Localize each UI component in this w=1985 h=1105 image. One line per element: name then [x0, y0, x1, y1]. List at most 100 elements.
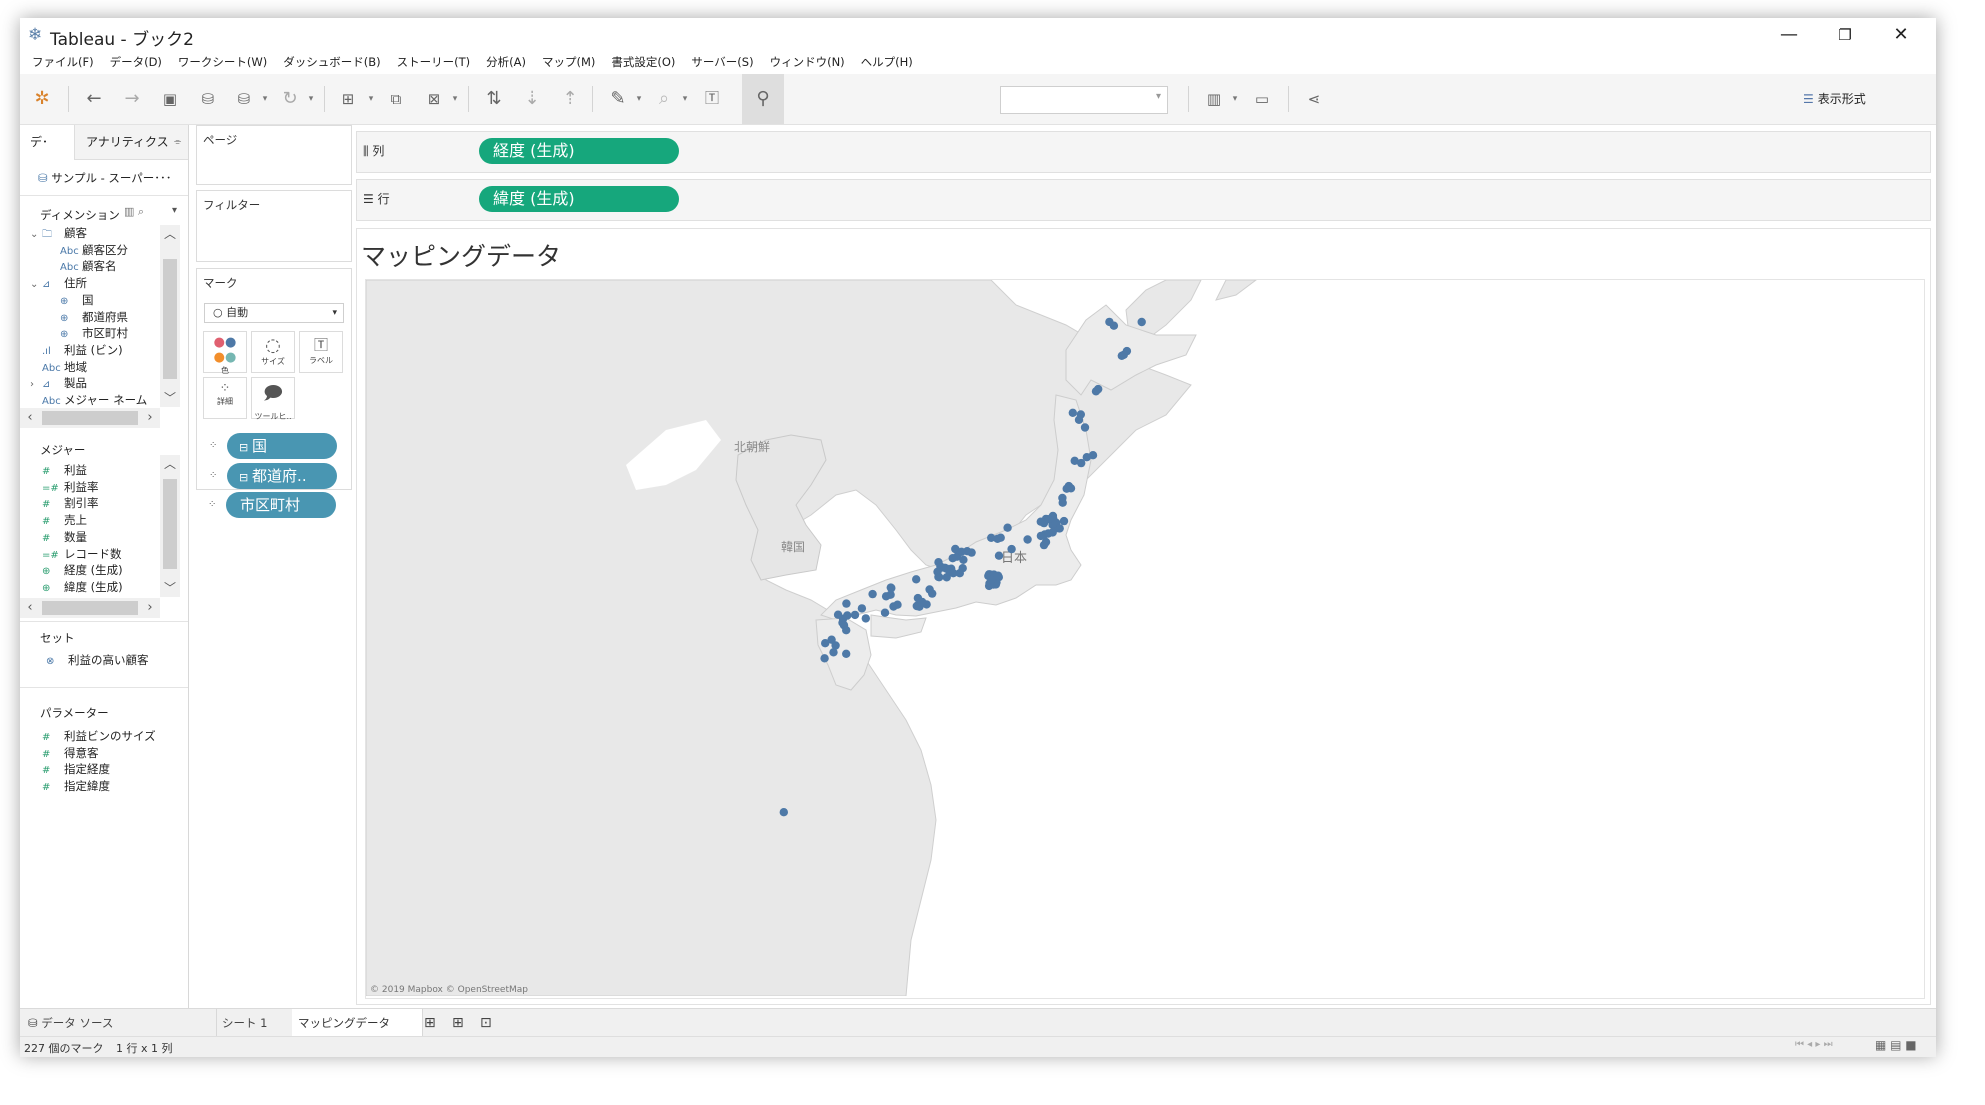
scroll-down-icon[interactable]: ﹀	[160, 389, 180, 406]
parameter-item[interactable]: # 利益ビンのサイズ	[42, 728, 156, 745]
fix-axes-icon[interactable]: ⚲	[742, 74, 784, 124]
measures-scrollbar[interactable]: ︿ ﹀	[160, 455, 180, 597]
measure-item[interactable]: =# レコード数	[42, 546, 122, 563]
expand-icon[interactable]: ›	[30, 376, 42, 393]
sheet-nav-icon[interactable]: ⏮ ◂ ▸ ⏭	[1795, 1039, 1833, 1050]
menu-dashboard[interactable]: ダッシュボード(B)	[275, 52, 388, 72]
map-attribution[interactable]: © 2019 Mapbox © OpenStreetMap	[370, 985, 528, 995]
map-mark[interactable]	[1091, 387, 1101, 396]
scroll-left-icon[interactable]: ‹	[20, 598, 40, 618]
dimension-item[interactable]: Abc 地域	[30, 359, 87, 376]
pause-updates-icon[interactable]: ⛁	[226, 74, 262, 124]
map-mark[interactable]	[987, 533, 996, 542]
dropdown-arrow-icon[interactable]: ▾	[364, 74, 378, 124]
sheet-tab-sheet1[interactable]: シート 1	[216, 1009, 293, 1037]
map-mark[interactable]	[1058, 493, 1067, 503]
measure-item[interactable]: # 数量	[42, 529, 87, 546]
map-mark[interactable]	[1119, 350, 1128, 359]
map-mark[interactable]	[843, 611, 852, 620]
dimension-item[interactable]: ⊕ 都道府県	[60, 309, 128, 326]
map-mark[interactable]	[1062, 484, 1071, 493]
scroll-up-icon[interactable]: ︿	[160, 455, 180, 472]
map-mark[interactable]	[1074, 415, 1084, 424]
map-mark[interactable]	[1068, 408, 1077, 417]
columns-pill[interactable]: 経度 (生成)	[479, 138, 679, 164]
dimension-item[interactable]: ⊕ 市区町村	[60, 325, 128, 342]
highlight-icon[interactable]: ✎	[600, 74, 636, 124]
mark-type-dropdown[interactable]: ○ 自動 ▾	[204, 303, 344, 323]
dimension-item[interactable]: ⌄ ⊿ 住所	[30, 275, 87, 292]
minimize-button[interactable]: —	[1766, 18, 1812, 52]
menu-map[interactable]: マップ(M)	[534, 52, 603, 72]
restore-button[interactable]: ❐	[1822, 18, 1868, 52]
map-mark[interactable]	[987, 575, 996, 585]
dropdown-arrow-icon[interactable]: ▾	[304, 74, 318, 124]
map-mark[interactable]	[850, 610, 860, 620]
menu-worksheet[interactable]: ワークシート(W)	[170, 52, 275, 72]
map-mark[interactable]	[1003, 523, 1012, 532]
map-mark[interactable]	[917, 597, 927, 607]
fit-dropdown[interactable]: ▾	[1000, 86, 1168, 114]
map-mark[interactable]	[893, 600, 902, 609]
map-mark[interactable]	[868, 589, 877, 599]
show-mark-labels-icon[interactable]: 🅃	[694, 74, 730, 124]
filters-card[interactable]: フィルター	[196, 190, 352, 262]
map-mark[interactable]	[1080, 423, 1090, 432]
map-mark[interactable]	[1036, 517, 1045, 526]
refresh-icon[interactable]: ↻	[272, 74, 308, 124]
clear-sheet-icon[interactable]: ⊠	[416, 74, 452, 124]
menu-analysis[interactable]: 分析(A)	[478, 52, 534, 72]
undo-icon[interactable]: ←	[76, 74, 112, 124]
menu-help[interactable]: ヘルプ(H)	[853, 52, 921, 72]
size-button[interactable]: ◌ サイズ	[251, 331, 295, 373]
scroll-thumb[interactable]	[42, 601, 138, 615]
dimension-item[interactable]: Abc メジャー ネーム	[30, 392, 147, 409]
map-mark[interactable]	[1048, 528, 1057, 537]
map-mark[interactable]	[887, 583, 896, 593]
tab-menu-icon[interactable]: ⌯	[174, 125, 181, 159]
show-cards-icon[interactable]: ▥	[1196, 74, 1232, 124]
map-mark[interactable]	[1036, 531, 1046, 541]
dropdown-arrow-icon[interactable]: ▾	[632, 74, 646, 124]
dimensions-hscrollbar[interactable]: ‹ ›	[20, 408, 160, 428]
map-mark[interactable]	[857, 604, 867, 613]
dropdown-arrow-icon[interactable]: ▾	[1228, 74, 1242, 124]
sort-ascending-icon[interactable]: ⇣	[514, 74, 550, 124]
map-mark[interactable]	[1137, 317, 1146, 327]
map-mark[interactable]	[994, 551, 1004, 560]
parameter-item[interactable]: # 指定経度	[42, 761, 110, 778]
dimension-item[interactable]: .ıl 利益 (ビン)	[30, 342, 123, 359]
measure-item[interactable]: ⊕ 緯度 (生成)	[42, 579, 123, 596]
new-datasource-icon[interactable]: ⛁	[190, 74, 226, 124]
map-mark[interactable]	[833, 610, 843, 619]
menu-story[interactable]: ストーリー(T)	[389, 52, 479, 72]
dimension-item[interactable]: ⊕ 国	[60, 292, 94, 309]
menu-format[interactable]: 書式設定(O)	[603, 52, 683, 72]
map-mark[interactable]	[959, 555, 968, 564]
detail-pill-city[interactable]: 市区町村	[226, 492, 336, 518]
map-mark[interactable]	[957, 547, 966, 556]
map-mark[interactable]	[842, 599, 851, 608]
tab-data[interactable]: デ･	[20, 125, 75, 160]
tooltip-button[interactable]: 🗩 ツールヒ..	[251, 377, 295, 421]
tableau-home-icon[interactable]: ✲	[24, 74, 60, 124]
parameter-item[interactable]: # 得意客	[42, 745, 99, 762]
set-item[interactable]: ⊗ 利益の高い顧客	[46, 652, 149, 669]
color-button[interactable]: ●● ●● 色	[203, 331, 247, 375]
label-button[interactable]: 🅃 ラベル	[299, 331, 343, 373]
map-mark[interactable]	[912, 575, 921, 584]
duplicate-sheet-icon[interactable]: ⧉	[378, 74, 414, 124]
dimensions-scrollbar[interactable]: ︿ ﹀	[160, 225, 180, 407]
datasource-tab[interactable]: ⛁ データ ソース	[20, 1009, 217, 1037]
dimension-item[interactable]: › ⊿ 製品	[30, 375, 87, 392]
sort-descending-icon[interactable]: ⇡	[552, 74, 588, 124]
new-worksheet-icon[interactable]: ⊞	[424, 1009, 448, 1037]
share-icon[interactable]: ⋖	[1296, 74, 1332, 124]
view-mode-icon[interactable]: ▦ ▤ ■	[1875, 1038, 1917, 1052]
map-mark[interactable]	[842, 649, 851, 658]
scroll-right-icon[interactable]: ›	[140, 598, 160, 618]
close-button[interactable]: ✕	[1878, 18, 1924, 52]
measures-hscrollbar[interactable]: ‹ ›	[20, 598, 160, 618]
map-mark[interactable]	[1059, 516, 1069, 526]
parameter-item[interactable]: # 指定緯度	[42, 778, 110, 795]
